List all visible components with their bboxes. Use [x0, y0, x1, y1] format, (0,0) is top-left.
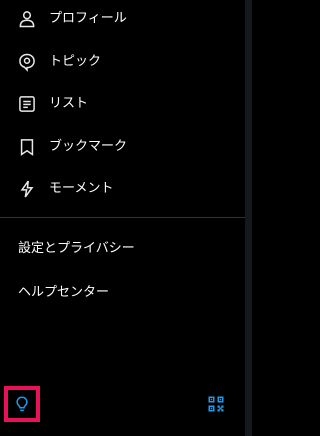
- lightbulb-button[interactable]: [4, 386, 40, 422]
- qr-code-button[interactable]: [207, 395, 225, 413]
- menu-item-label: ブックマーク: [49, 139, 128, 154]
- menu-item-label: モーメント: [49, 181, 114, 196]
- lightning-icon: [17, 179, 37, 199]
- underlying-screen-edge: [245, 0, 252, 436]
- menu-item-topics[interactable]: トピック: [0, 41, 245, 83]
- navigation-drawer: プロフィール トピック リスト ブックマーク モーメント 設定とプライバシー ヘ…: [0, 0, 245, 436]
- lightbulb-icon: [13, 395, 31, 413]
- qr-code-icon: [207, 395, 225, 413]
- topic-icon: [17, 52, 37, 72]
- menu-item-profile[interactable]: プロフィール: [0, 0, 245, 40]
- menu-item-label: プロフィール: [49, 11, 127, 26]
- settings-and-privacy-link[interactable]: 設定とプライバシー: [18, 240, 135, 258]
- list-icon: [17, 94, 37, 114]
- menu-item-lists[interactable]: リスト: [0, 83, 245, 125]
- divider: [0, 217, 245, 218]
- menu-item-label: トピック: [49, 54, 102, 69]
- menu-item-bookmarks[interactable]: ブックマーク: [0, 126, 245, 168]
- person-icon: [17, 9, 37, 29]
- menu-item-label: リスト: [49, 96, 89, 111]
- menu-item-moments[interactable]: モーメント: [0, 168, 245, 210]
- help-center-link[interactable]: ヘルプセンター: [18, 284, 109, 302]
- bookmark-icon: [17, 137, 37, 157]
